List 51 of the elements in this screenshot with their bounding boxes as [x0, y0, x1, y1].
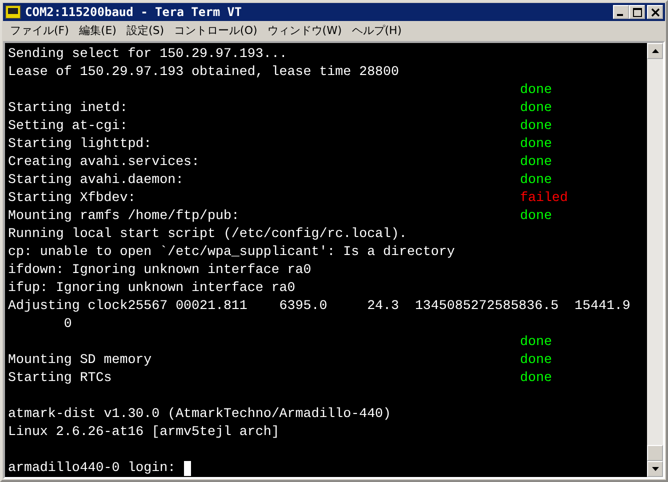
- status-text: done: [520, 333, 552, 351]
- terminal-line: 0: [62, 315, 72, 333]
- terminal-line: Mounting SD memory: [8, 351, 152, 369]
- up-arrow-icon: [652, 49, 658, 53]
- maximize-icon: [632, 8, 642, 16]
- terminal-line: cp: unable to open `/etc/wpa_supplicant': Is a directory: [8, 243, 455, 261]
- scroll-down-button[interactable]: [647, 461, 663, 477]
- menu-item[interactable]: ウィンドウ(W): [264, 23, 349, 38]
- status-text: done: [520, 81, 552, 99]
- terminal-line: Starting lighttpd:: [8, 135, 152, 153]
- terminal-line: Sending select for 150.29.97.193...: [8, 45, 288, 63]
- terminal-line: Starting Xfbdev:: [8, 189, 136, 207]
- terminal-line: Adjusting clock25567 00021.811 6395.0 24.3 1345085272585836.5 15441.9: [8, 297, 630, 315]
- terminal-line: Running local start script (/etc/config/rc.local).: [8, 225, 407, 243]
- terminal-line: Mounting ramfs /home/ftp/pub:: [8, 207, 240, 225]
- window-title: COM2:115200baud - Tera Term VT: [25, 5, 243, 19]
- status-text: done: [520, 171, 552, 189]
- terminal-line: ifup: Ignoring unknown interface ra0: [8, 279, 296, 297]
- scrollbar[interactable]: [647, 43, 663, 477]
- terminal-line: Starting inetd:: [8, 99, 128, 117]
- scroll-up-button[interactable]: [647, 43, 663, 59]
- terminal-line: Lease of 150.29.97.193 obtained, lease time 28800: [8, 63, 399, 81]
- close-icon: [650, 8, 660, 16]
- terminal-line: Setting at-cgi:: [8, 117, 128, 135]
- app-icon: [5, 5, 21, 19]
- status-text: done: [520, 351, 552, 369]
- status-text: done: [520, 207, 552, 225]
- terminal-line: atmark-dist v1.30.0 (AtmarkTechno/Armadillo-440): [8, 405, 392, 423]
- terminal-line: Starting avahi.daemon:: [8, 171, 184, 189]
- login-prompt: armadillo440-0 login:: [8, 459, 177, 477]
- status-text: done: [520, 135, 552, 153]
- status-text: done: [520, 369, 552, 387]
- menu-item[interactable]: コントロール(O): [171, 23, 264, 38]
- minimize-button[interactable]: [613, 5, 629, 19]
- terminal-line: Linux 2.6.26-at16 [armv5tejl arch]: [8, 423, 280, 441]
- terminal-line: ifdown: Ignoring unknown interface ra0: [8, 261, 312, 279]
- down-arrow-icon: [652, 467, 658, 471]
- terminal-line: Creating avahi.services:: [8, 153, 200, 171]
- maximize-button[interactable]: [629, 5, 645, 19]
- terminal-line: Starting RTCs: [8, 369, 112, 387]
- menu-item[interactable]: ヘルプ(H): [348, 23, 409, 38]
- menu-item[interactable]: 設定(S): [123, 23, 172, 38]
- status-text: done: [520, 153, 552, 171]
- menu-item[interactable]: ファイル(F): [7, 23, 76, 38]
- status-text: failed: [520, 189, 568, 207]
- close-button[interactable]: [647, 5, 663, 19]
- text-cursor-icon: [184, 460, 191, 476]
- status-text: done: [520, 117, 552, 135]
- scroll-thumb[interactable]: [647, 445, 663, 461]
- status-text: done: [520, 99, 552, 117]
- menu-item[interactable]: 編集(E): [76, 23, 124, 38]
